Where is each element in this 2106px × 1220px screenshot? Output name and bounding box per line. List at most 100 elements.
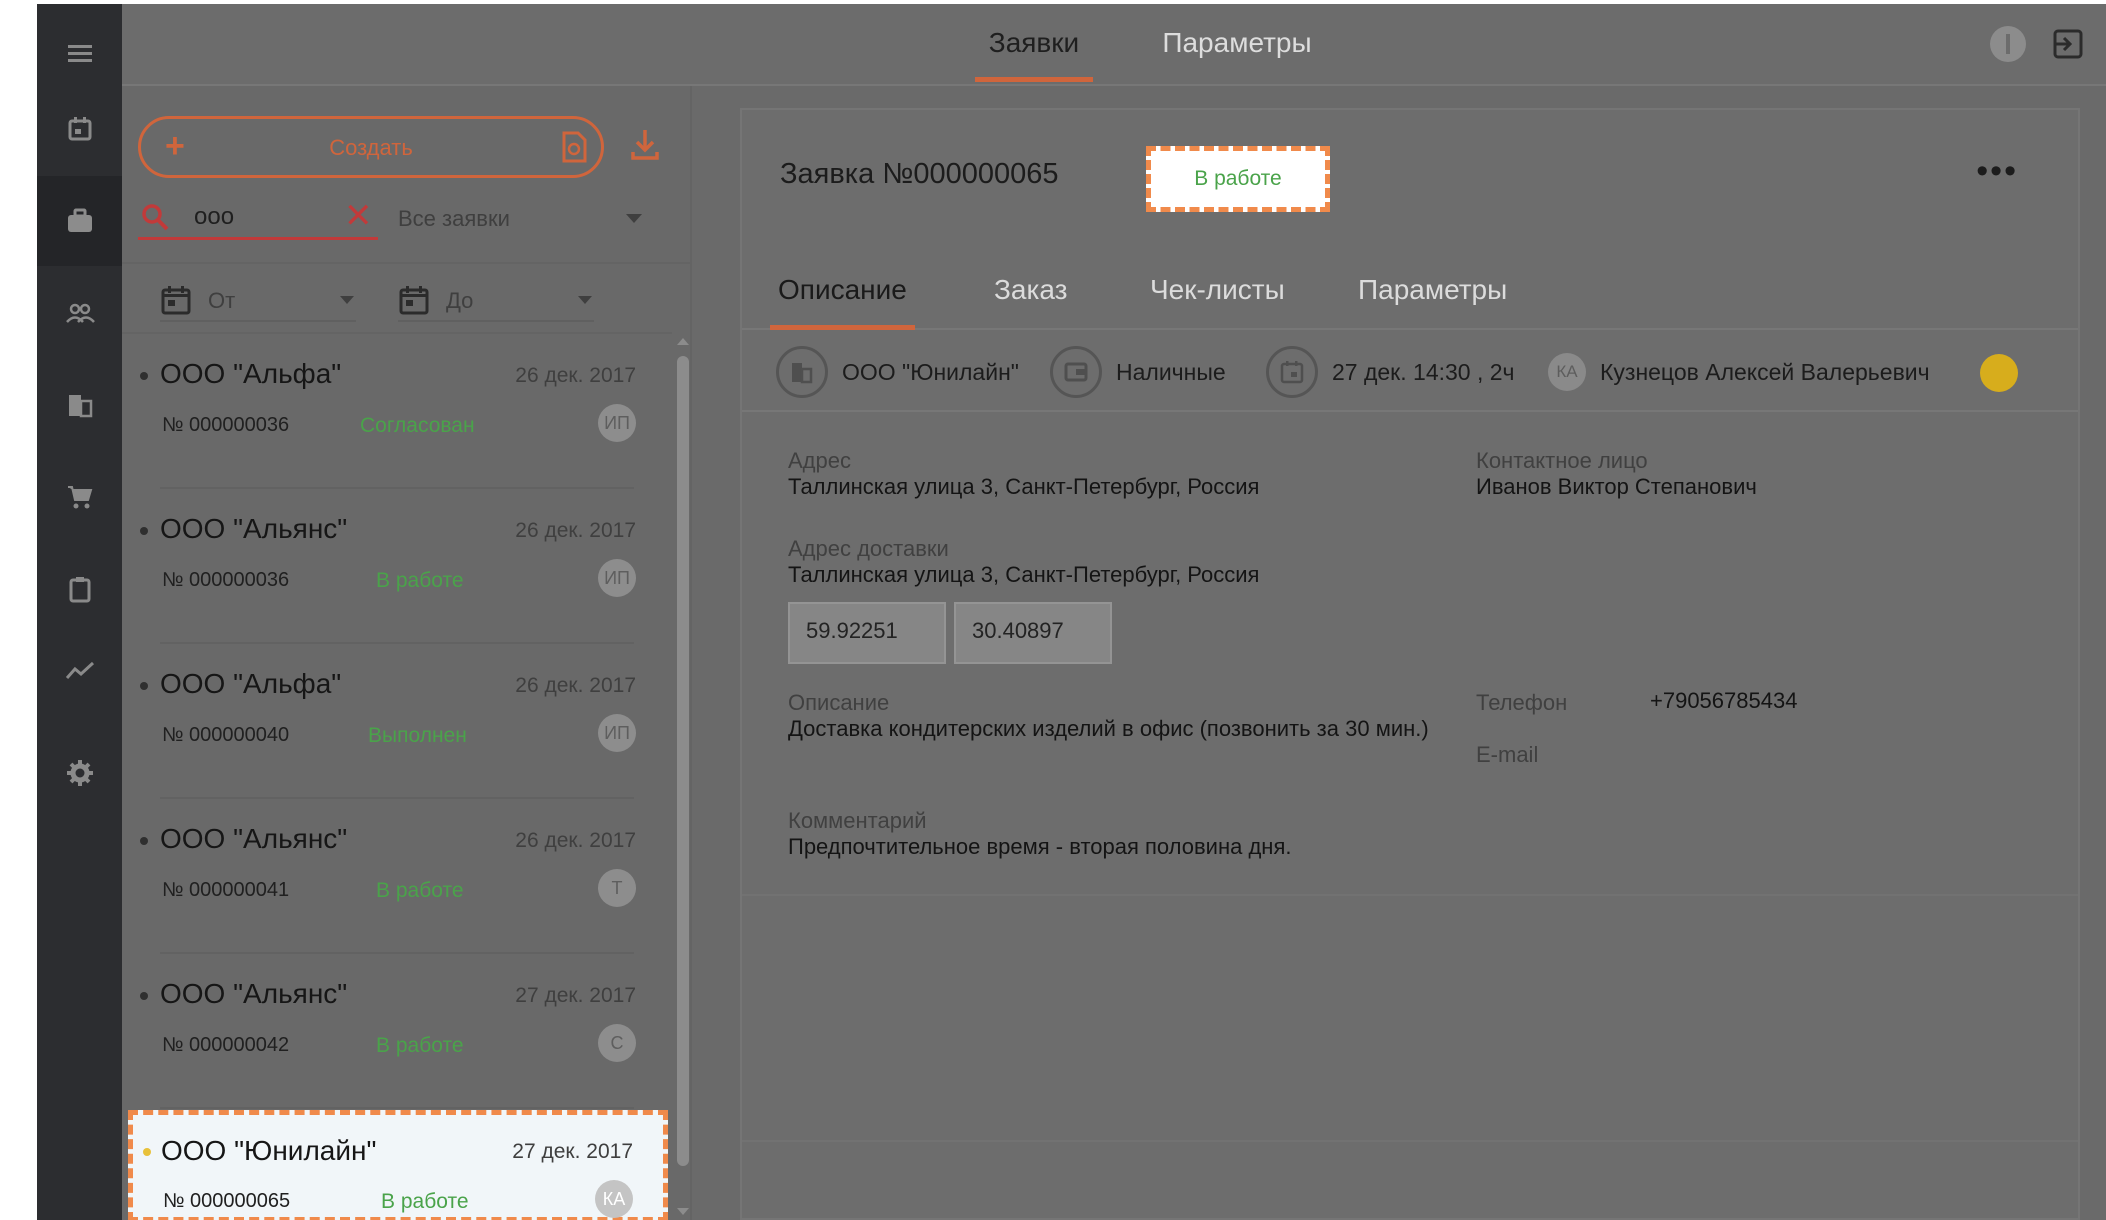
- comment-label: Комментарий: [788, 808, 927, 833]
- calendar-icon: [398, 284, 430, 321]
- clear-search-icon[interactable]: ✕: [344, 196, 373, 236]
- list-scrollbar[interactable]: [672, 332, 692, 1220]
- contact-label: Контактное лицо: [1476, 448, 1648, 473]
- wallet-icon: [1050, 346, 1102, 398]
- divider: [160, 1107, 634, 1109]
- datetime-text: 27 дек. 14:30 , 2ч: [1332, 358, 1515, 385]
- cart-icon[interactable]: [37, 452, 122, 542]
- bullet-dot: [140, 992, 148, 1000]
- list-item[interactable]: ООО "Альфа" 26 дек. 2017 № 000000040 Вып…: [122, 644, 672, 799]
- tab-parameters[interactable]: Параметры: [1152, 22, 1322, 82]
- clipboard-icon[interactable]: [37, 544, 122, 634]
- contact-value: Иванов Виктор Степанович: [1476, 474, 1757, 499]
- calendar-icon: [160, 284, 192, 321]
- users-icon[interactable]: [37, 268, 122, 358]
- logout-icon[interactable]: [2048, 24, 2088, 64]
- avatar: ИП: [598, 404, 636, 442]
- bullet-dot: [140, 372, 148, 380]
- request-filter-select[interactable]: Все заявки: [398, 196, 648, 240]
- avatar: Т: [598, 869, 636, 907]
- executor-status-dot: [1980, 354, 2018, 392]
- request-date: 27 дек. 2017: [512, 1140, 633, 1163]
- scrollbar-thumb[interactable]: [677, 356, 689, 1166]
- status-label: В работе: [376, 569, 464, 592]
- search-icon: [140, 202, 170, 237]
- meta-company[interactable]: ООО "Юнилайн": [776, 346, 1019, 398]
- chevron-down-icon: [340, 296, 354, 304]
- tab-description[interactable]: Описание: [770, 274, 915, 330]
- meta-row: ООО "Юнилайн" Наличные 27 дек. 14:30 , 2…: [742, 332, 2078, 412]
- chevron-down-icon: [578, 296, 592, 304]
- divider: [742, 1140, 2078, 1142]
- date-to-field[interactable]: До: [398, 278, 594, 322]
- executor-text: Кузнецов Алексей Валерьевич: [1600, 358, 1930, 385]
- scroll-down-icon[interactable]: [677, 1208, 689, 1215]
- avatar: ИП: [598, 714, 636, 752]
- date-filter-row: От До: [122, 262, 692, 332]
- company-name: ООО "Альянс": [160, 978, 348, 1009]
- search-input[interactable]: [194, 202, 334, 232]
- company-name: ООО "Альфа": [160, 358, 342, 389]
- request-date: 26 дек. 2017: [515, 829, 636, 852]
- download-icon[interactable]: [628, 126, 662, 166]
- status-badge[interactable]: В работе: [1146, 146, 1330, 212]
- bullet-dot: [143, 1148, 151, 1156]
- request-date: 26 дек. 2017: [515, 519, 636, 542]
- detail-tabs: Описание Заказ Чек-листы Параметры: [742, 250, 2078, 330]
- avatar: КА: [595, 1180, 633, 1218]
- company-name: ООО "Альянс": [160, 513, 348, 544]
- create-button[interactable]: + Создать: [138, 116, 604, 178]
- request-number: № 000000036: [162, 569, 290, 591]
- more-options-icon[interactable]: •••: [1976, 152, 2018, 191]
- date-from-field[interactable]: От: [160, 278, 356, 322]
- status-label: Выполнен: [368, 724, 467, 747]
- avatar: КА: [1548, 353, 1586, 391]
- filter-value: Все заявки: [398, 206, 510, 231]
- request-date: 26 дек. 2017: [515, 674, 636, 697]
- gear-icon[interactable]: [37, 728, 122, 818]
- company-text: ООО "Юнилайн": [842, 358, 1019, 385]
- search-field: ✕: [138, 196, 378, 240]
- company-name: ООО "Альфа": [160, 668, 342, 699]
- request-detail-card: Заявка №000000065 В работе ••• Описание …: [740, 108, 2080, 1220]
- bullet-dot: [140, 682, 148, 690]
- description-value: Доставка кондитерских изделий в офис (по…: [788, 716, 1429, 741]
- request-title: Заявка №000000065: [780, 158, 1059, 190]
- avatar: ИП: [598, 559, 636, 597]
- longitude-field[interactable]: 30.40897: [954, 602, 1112, 664]
- meta-executor[interactable]: КА Кузнецов Алексей Валерьевич: [1548, 348, 1930, 396]
- create-label: Создать: [329, 135, 413, 160]
- company-name: ООО "Альянс": [160, 823, 348, 854]
- scroll-up-icon[interactable]: [677, 338, 689, 345]
- request-number: № 000000036: [162, 414, 290, 436]
- document-icon[interactable]: [561, 131, 587, 168]
- tab-requests[interactable]: Заявки: [975, 22, 1093, 82]
- divider: [742, 894, 2078, 896]
- list-item[interactable]: ООО "Альянс" 26 дек. 2017 № 000000041 В …: [122, 799, 672, 954]
- list-item-selected[interactable]: ООО "Юнилайн" 27 дек. 2017 № 000000065 В…: [128, 1110, 668, 1220]
- requests-list: ООО "Альфа" 26 дек. 2017 № 000000036 Сог…: [122, 332, 672, 1220]
- tab-checklists[interactable]: Чек-листы: [1142, 274, 1293, 330]
- latitude-field[interactable]: 59.92251: [788, 602, 946, 664]
- list-item[interactable]: ООО "Альфа" 26 дек. 2017 № 000000036 Сог…: [122, 334, 672, 489]
- list-item[interactable]: ООО "Альянс" 27 дек. 2017 № 000000042 В …: [122, 954, 672, 1109]
- tab-parameters[interactable]: Параметры: [1350, 274, 1515, 330]
- calendar-icon[interactable]: [37, 84, 122, 174]
- company-name: ООО "Юнилайн": [161, 1135, 377, 1166]
- delivery-value: Таллинская улица 3, Санкт-Петербург, Рос…: [788, 562, 1260, 587]
- meta-payment[interactable]: Наличные: [1050, 346, 1226, 398]
- list-item[interactable]: ООО "Альянс" 26 дек. 2017 № 000000036 В …: [122, 489, 672, 644]
- request-number: № 000000065: [163, 1190, 291, 1212]
- building-icon[interactable]: [37, 360, 122, 450]
- email-label: E-mail: [1476, 742, 1539, 767]
- info-icon[interactable]: [1988, 24, 2028, 64]
- briefcase-icon[interactable]: [37, 176, 122, 266]
- delivery-label: Адрес доставки: [788, 536, 949, 561]
- tab-order[interactable]: Заказ: [986, 274, 1075, 330]
- nav-rail: [37, 4, 122, 1220]
- bullet-dot: [140, 527, 148, 535]
- request-date: 27 дек. 2017: [515, 984, 636, 1007]
- date-from-label: От: [208, 288, 236, 313]
- meta-datetime[interactable]: 27 дек. 14:30 , 2ч: [1266, 346, 1515, 398]
- chart-icon[interactable]: [37, 626, 122, 716]
